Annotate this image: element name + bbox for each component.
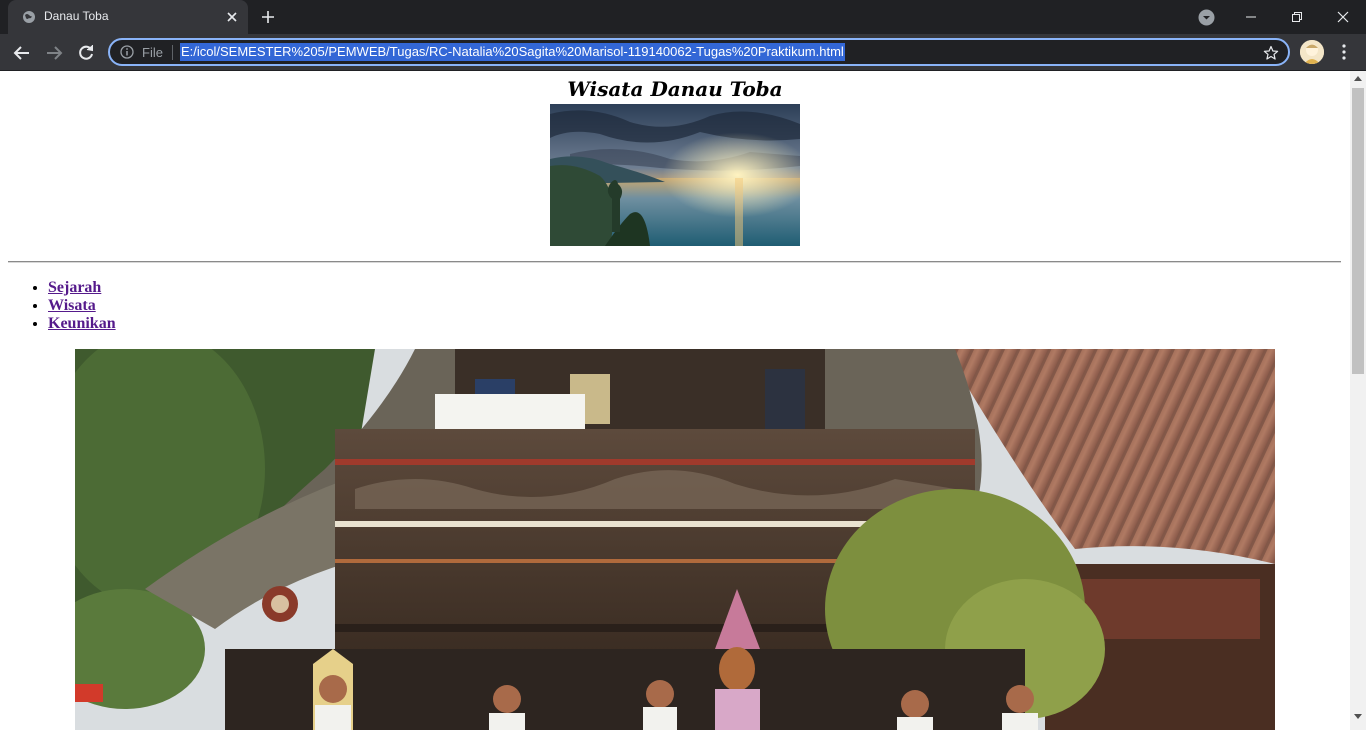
window-close-icon (1337, 11, 1349, 23)
reload-button[interactable] (74, 41, 98, 65)
profile-avatar[interactable] (1300, 40, 1324, 64)
tab-title: Danau Toba (44, 9, 109, 23)
section-nav: Sejarah Wisata Keunikan (48, 279, 116, 333)
back-button[interactable] (10, 41, 34, 65)
scheme-label: File (142, 45, 163, 60)
star-icon[interactable] (1263, 45, 1279, 61)
address-bar[interactable]: File E:/icol/SEMESTER%205/PEMWEB/Tugas/R… (108, 38, 1290, 66)
window-close-button[interactable] (1320, 0, 1366, 34)
plus-icon[interactable] (260, 9, 276, 25)
vertical-scrollbar[interactable] (1350, 71, 1366, 730)
nav-link-wisata[interactable]: Wisata (48, 297, 96, 314)
nav-link-keunikan[interactable]: Keunikan (48, 315, 116, 332)
kebab-menu-icon[interactable] (1334, 42, 1354, 62)
arrow-right-icon (47, 46, 63, 60)
tab-search-icon[interactable] (1198, 9, 1215, 26)
scroll-down-icon[interactable] (1354, 714, 1362, 720)
page-viewport: Wisata Danau Toba • Sejarah • Wisata • K… (0, 71, 1350, 730)
arrow-left-icon (13, 46, 29, 60)
close-icon[interactable] (225, 10, 239, 24)
nav-item-keunikan: Keunikan (48, 315, 116, 333)
batak-house-image (75, 349, 1275, 730)
scroll-thumb[interactable] (1352, 88, 1364, 374)
url-text[interactable]: E:/icol/SEMESTER%205/PEMWEB/Tugas/RC-Nat… (180, 43, 845, 61)
browser-tab[interactable]: Danau Toba (8, 0, 248, 34)
omnibox-separator (172, 45, 173, 60)
reload-icon (79, 45, 93, 60)
restore-icon (1292, 12, 1302, 22)
minimize-button[interactable] (1228, 0, 1274, 34)
info-icon[interactable] (120, 45, 134, 59)
avatar-icon (1300, 40, 1324, 64)
browser-toolbar: File E:/icol/SEMESTER%205/PEMWEB/Tugas/R… (0, 34, 1366, 71)
tab-strip: Danau Toba (0, 0, 1366, 34)
scroll-up-icon[interactable] (1354, 75, 1362, 81)
horizontal-rule (8, 261, 1341, 263)
minimize-icon (1246, 16, 1256, 18)
nav-link-sejarah[interactable]: Sejarah (48, 279, 101, 296)
nav-item-wisata: Wisata (48, 297, 116, 315)
restore-button[interactable] (1274, 0, 1320, 34)
forward-button[interactable] (42, 41, 66, 65)
lake-toba-image (550, 104, 800, 246)
page-title: Wisata Danau Toba (567, 77, 783, 101)
nav-item-sejarah: Sejarah (48, 279, 116, 297)
globe-icon (23, 11, 35, 23)
